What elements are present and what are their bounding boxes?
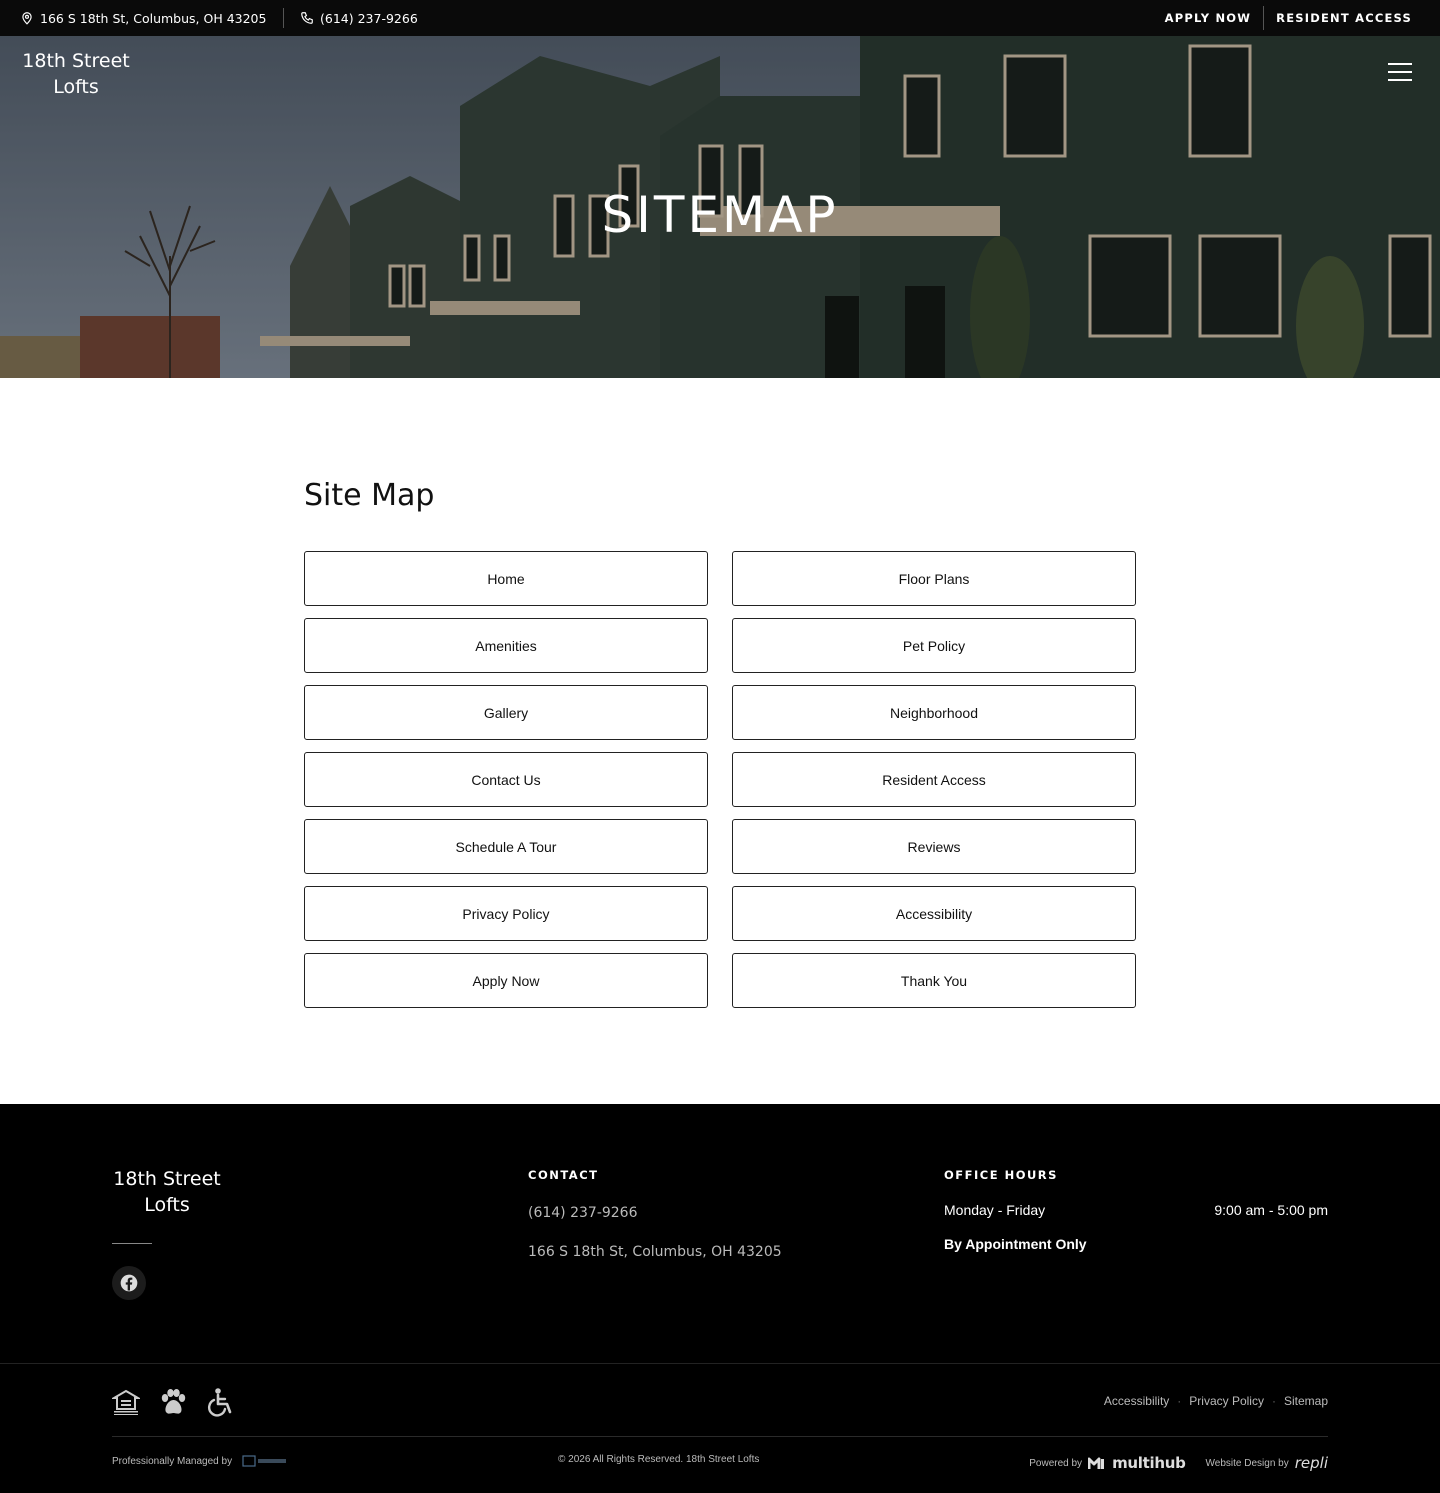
- sitemap-link-contact-us[interactable]: Contact Us: [304, 752, 708, 807]
- sitemap-link-reviews[interactable]: Reviews: [732, 819, 1136, 874]
- apply-now-link[interactable]: APPLY NOW: [1153, 11, 1264, 25]
- sitemap-link-floor-plans[interactable]: Floor Plans: [732, 551, 1136, 606]
- sitemap-link-neighborhood[interactable]: Neighborhood: [732, 685, 1136, 740]
- sitemap-link-thank-you[interactable]: Thank You: [732, 953, 1136, 1008]
- separator-dot: ·: [1177, 1394, 1182, 1408]
- management-company-logo[interactable]: [242, 1454, 288, 1468]
- page-title: SITEMAP: [601, 186, 839, 244]
- copyright: © 2026 All Rights Reserved. 18th Street …: [558, 1454, 760, 1465]
- managed-by: Professionally Managed by: [112, 1454, 288, 1468]
- multihub-logo-icon: [1088, 1457, 1105, 1469]
- office-hours-row: Monday - Friday 9:00 am - 5:00 pm: [944, 1202, 1328, 1218]
- topbar-divider: [283, 8, 284, 28]
- map-pin-icon: [22, 12, 32, 25]
- appointment-note: By Appointment Only: [944, 1236, 1087, 1252]
- logo-line-2: Lofts: [53, 76, 99, 98]
- sitemap-link-privacy-policy[interactable]: Privacy Policy: [304, 886, 708, 941]
- sitemap-links: Home Floor Plans Amenities Pet Policy Ga…: [304, 551, 1136, 1008]
- site-logo[interactable]: 18th Street Lofts: [20, 48, 132, 100]
- office-hours-time: 9:00 am - 5:00 pm: [1214, 1202, 1328, 1218]
- topbar-actions: APPLY NOW RESIDENT ACCESS: [1153, 0, 1424, 36]
- footer-link-privacy-policy[interactable]: Privacy Policy: [1189, 1394, 1264, 1408]
- sitemap-link-amenities[interactable]: Amenities: [304, 618, 708, 673]
- sitemap-link-apply-now[interactable]: Apply Now: [304, 953, 708, 1008]
- footer-bottom-divider: [112, 1436, 1328, 1437]
- paw-icon: [161, 1389, 186, 1414]
- sitemap-link-accessibility[interactable]: Accessibility: [732, 886, 1136, 941]
- sitemap-link-home[interactable]: Home: [304, 551, 708, 606]
- sitemap-link-gallery[interactable]: Gallery: [304, 685, 708, 740]
- topbar-address[interactable]: 166 S 18th St, Columbus, OH 43205: [20, 0, 266, 36]
- design-by-label: Website Design by: [1205, 1457, 1289, 1469]
- footer-legal-links: Accessibility · Privacy Policy · Sitemap: [1104, 1394, 1328, 1408]
- footer-logo-rule: [112, 1243, 152, 1244]
- footer-logo-line-1: 18th Street: [113, 1168, 221, 1190]
- footer-divider: [0, 1363, 1440, 1364]
- managed-by-label: Professionally Managed by: [112, 1455, 233, 1467]
- top-bar: 166 S 18th St, Columbus, OH 43205 (614) …: [0, 0, 1440, 36]
- footer-address-link[interactable]: 166 S 18th St, Columbus, OH 43205: [528, 1244, 782, 1260]
- repli-brand[interactable]: repli: [1295, 1454, 1328, 1472]
- logo-line-1: 18th Street: [22, 50, 130, 72]
- hamburger-icon[interactable]: [1388, 63, 1412, 81]
- equal-housing-icon: [112, 1389, 140, 1415]
- office-hours-heading: OFFICE HOURS: [944, 1168, 1058, 1182]
- footer-badges: [112, 1387, 236, 1417]
- section-title: Site Map: [304, 478, 435, 513]
- phone-icon: [301, 12, 313, 24]
- resident-access-link[interactable]: RESIDENT ACCESS: [1264, 11, 1424, 25]
- footer: 18th Street Lofts CONTACT (614) 237-9266…: [0, 1104, 1440, 1493]
- sitemap-link-pet-policy[interactable]: Pet Policy: [732, 618, 1136, 673]
- footer-link-sitemap[interactable]: Sitemap: [1284, 1394, 1328, 1408]
- sitemap-link-resident-access[interactable]: Resident Access: [732, 752, 1136, 807]
- facebook-icon[interactable]: [112, 1266, 146, 1300]
- contact-heading: CONTACT: [528, 1168, 599, 1182]
- footer-link-accessibility[interactable]: Accessibility: [1104, 1394, 1169, 1408]
- separator-dot: ·: [1271, 1394, 1276, 1408]
- sitemap-link-schedule-tour[interactable]: Schedule A Tour: [304, 819, 708, 874]
- powered-by: Powered by multihub Website Design by re…: [1029, 1454, 1328, 1472]
- topbar-phone-text: (614) 237-9266: [320, 10, 418, 26]
- footer-logo[interactable]: 18th Street Lofts: [112, 1166, 222, 1218]
- powered-by-label: Powered by: [1029, 1457, 1083, 1469]
- hero-banner: 18th Street Lofts SITEMAP: [0, 36, 1440, 378]
- wheelchair-icon: [207, 1388, 232, 1417]
- multihub-brand[interactable]: multihub: [1112, 1454, 1186, 1472]
- topbar-address-text: 166 S 18th St, Columbus, OH 43205: [40, 10, 267, 26]
- topbar-phone[interactable]: (614) 237-9266: [300, 0, 418, 36]
- footer-logo-line-2: Lofts: [144, 1194, 190, 1216]
- office-hours-days: Monday - Friday: [944, 1202, 1046, 1218]
- footer-phone-link[interactable]: (614) 237-9266: [528, 1205, 638, 1221]
